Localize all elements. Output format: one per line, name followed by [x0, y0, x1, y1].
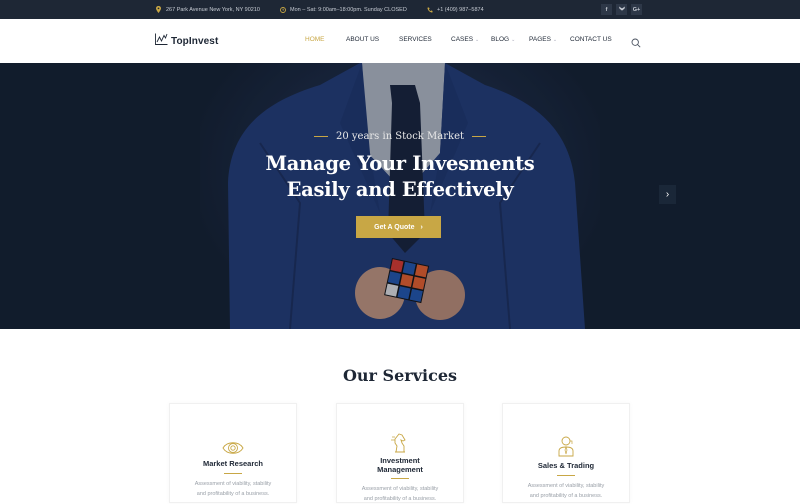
facebook-icon: f [605, 6, 608, 13]
service-title: Market Research [202, 459, 264, 468]
desc-line: Assessment of viability, stability [194, 481, 272, 487]
service-card-sales-trading[interactable]: Sales & Trading Assessment of viability,… [502, 403, 630, 503]
desc-line: Assessment of viability, stability [527, 483, 605, 489]
nav-pages-label: PAGES [529, 36, 551, 43]
hero-headline: Manage Your Invesments Easily and Effect… [0, 151, 800, 203]
google-plus-icon: G+ [632, 6, 641, 13]
nav-home-label: HOME [305, 36, 325, 43]
nav-cases-label: CASES [451, 36, 474, 43]
service-card-investment-management[interactable]: Investment Management Assessment of viab… [336, 403, 464, 503]
hero-eyebrow: 20 years in Stock Market [0, 131, 800, 142]
service-description: Assessment of viability, stability and p… [503, 481, 629, 501]
chevron-down-icon: ⌄ [511, 36, 516, 43]
search-icon[interactable] [631, 35, 641, 48]
eye-icon [222, 437, 244, 459]
phone-icon [426, 7, 433, 13]
businessman-icon [555, 435, 577, 457]
title-underline [224, 473, 242, 474]
logo-text: TopInvest [171, 35, 219, 47]
desc-line: and profitability of a business. [363, 496, 437, 502]
service-title-line: Management [377, 464, 423, 474]
hero-slider: 20 years in Stock Market Manage Your Inv… [0, 63, 800, 329]
title-underline [391, 478, 409, 479]
eyebrow-line-right [472, 136, 487, 137]
desc-line: Assessment of viability, stability [361, 486, 439, 492]
nav-blog[interactable]: BLOG ⌄ [491, 36, 515, 43]
nav-services[interactable]: SERVICES [399, 36, 432, 43]
twitter-icon [618, 6, 625, 13]
get-a-quote-label: Get A Quote [374, 223, 415, 231]
clock-icon [279, 6, 286, 13]
hours-info: Mon – Sat: 9:00am–18:00pm. Sunday CLOSED [279, 0, 407, 19]
facebook-link[interactable]: f [601, 4, 612, 15]
twitter-link[interactable] [616, 4, 627, 15]
chevron-down-icon: ⌄ [475, 36, 480, 43]
eyebrow-line-left [313, 136, 328, 137]
hero-eyebrow-text: 20 years in Stock Market [335, 131, 465, 142]
service-description: Assessment of viability, stability and p… [337, 484, 463, 504]
chart-logo-icon [155, 32, 168, 50]
logo[interactable]: TopInvest [155, 32, 218, 50]
nav-about-us-label: ABOUT US [346, 36, 380, 43]
hero-headline-line2: Easily and Effectively [286, 178, 514, 201]
title-underline [557, 475, 575, 476]
main-header: TopInvest HOME ABOUT US SERVICES CASES ⌄ … [0, 19, 800, 63]
service-description: Assessment of viability, stability and p… [170, 479, 296, 499]
slider-next-button[interactable]: › [659, 185, 676, 204]
chevron-right-icon: › [665, 189, 670, 200]
map-pin-icon [155, 6, 162, 13]
chevron-right-icon: › [420, 223, 423, 231]
service-card-market-research[interactable]: Market Research Assessment of viability,… [169, 403, 297, 503]
nav-about-us[interactable]: ABOUT US [346, 36, 379, 43]
chevron-down-icon: ⌄ [552, 36, 558, 43]
phone-info: +1 (409) 987–5874 [426, 0, 484, 19]
service-title: Sales & Trading [537, 461, 595, 470]
chess-knight-icon [389, 431, 411, 453]
google-plus-link[interactable]: G+ [631, 4, 642, 15]
hours-text: Mon – Sat: 9:00am–18:00pm. Sunday CLOSED [290, 6, 407, 13]
nav-pages[interactable]: PAGES ⌄ [529, 36, 557, 43]
phone-text: +1 (409) 987–5874 [437, 6, 484, 13]
address-text: 267 Park Avenue New York, NY 90210 [166, 6, 260, 13]
hero-headline-line1: Manage Your Invesments [265, 152, 535, 175]
nav-contact-us[interactable]: CONTACT US [570, 36, 612, 43]
nav-cases[interactable]: CASES ⌄ [451, 36, 479, 43]
nav-home[interactable]: HOME [305, 36, 325, 43]
nav-contact-us-label: CONTACT US [570, 36, 612, 43]
top-info-bar: 267 Park Avenue New York, NY 90210 Mon –… [0, 0, 800, 19]
address-info: 267 Park Avenue New York, NY 90210 [155, 0, 260, 19]
services-section-title: Our Services [342, 366, 458, 385]
hero-content: 20 years in Stock Market Manage Your Inv… [0, 63, 800, 329]
nav-services-label: SERVICES [399, 36, 432, 43]
nav-blog-label: BLOG [491, 36, 510, 43]
service-title: Investment Management [337, 456, 463, 474]
desc-line: and profitability of a business. [196, 491, 270, 497]
get-a-quote-button[interactable]: Get A Quote › [356, 216, 441, 238]
